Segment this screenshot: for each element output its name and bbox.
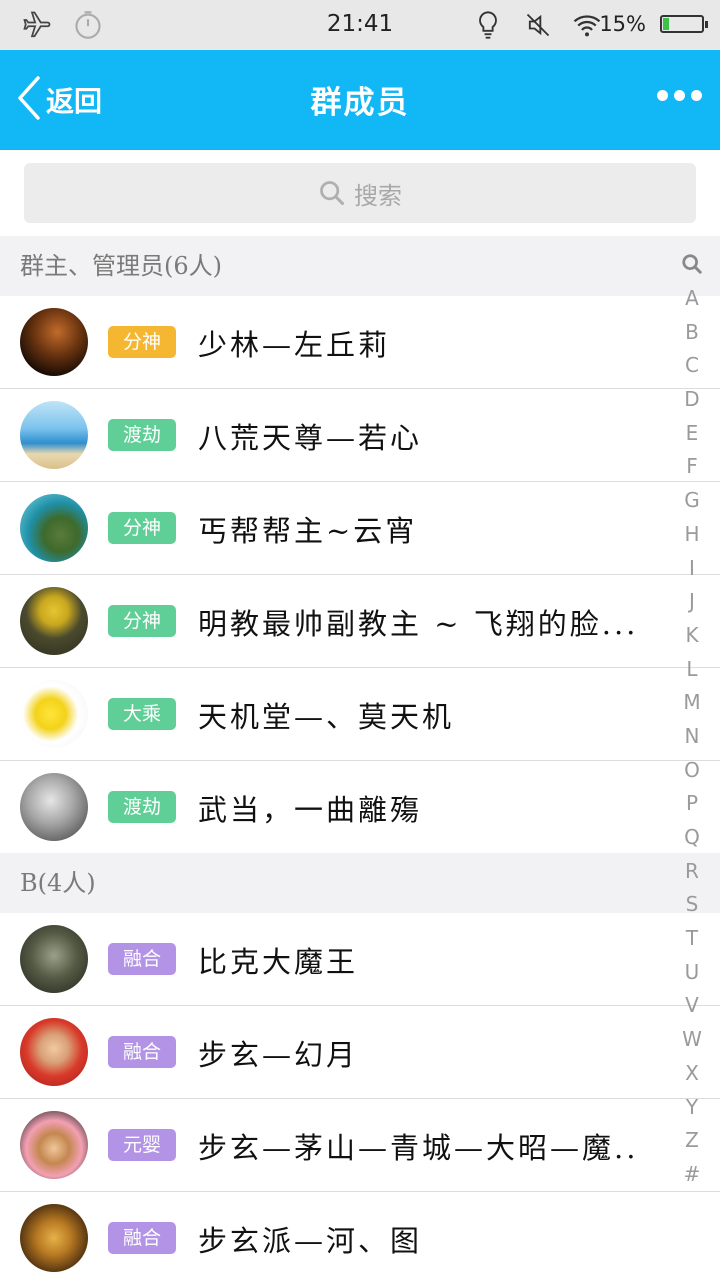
level-badge: 分神 <box>108 512 176 544</box>
index-letter[interactable]: S <box>686 888 699 922</box>
more-dots-icon[interactable] <box>657 90 702 101</box>
avatar[interactable] <box>20 494 88 562</box>
search-placeholder: 搜索 <box>354 181 402 210</box>
index-letter[interactable]: # <box>684 1158 701 1192</box>
title-bar: 返回 群成员 <box>0 50 720 150</box>
member-name: 步玄—茅山—青城—大昭—魔... <box>198 1131 638 1165</box>
level-badge: 渡劫 <box>108 419 176 451</box>
level-badge: 融合 <box>108 1222 176 1254</box>
index-letter[interactable]: H <box>684 518 699 552</box>
member-row[interactable]: 渡劫 武当，一曲離殤 <box>0 761 720 853</box>
level-badge: 分神 <box>108 326 176 358</box>
alphabet-index[interactable]: A B C D E F G H I J K L M N O P Q R S T U V W X Y Z # <box>678 246 706 1192</box>
index-letter[interactable]: A <box>685 282 699 316</box>
index-letter[interactable]: U <box>685 956 700 990</box>
member-row[interactable]: 融合 步玄派—河、图 <box>0 1192 720 1284</box>
page-title: 群成员 <box>310 85 410 121</box>
avatar[interactable] <box>20 773 88 841</box>
member-name: 比克大魔王 <box>198 945 359 979</box>
wifi-icon <box>572 10 602 46</box>
level-badge: 大乘 <box>108 698 176 730</box>
level-badge: 融合 <box>108 1036 176 1068</box>
status-bar: 21:41 15% <box>0 0 720 50</box>
avatar[interactable] <box>20 925 88 993</box>
index-letter[interactable]: X <box>685 1057 699 1091</box>
index-letter[interactable]: F <box>686 450 698 484</box>
member-row[interactable]: 分神 明教最帅副教主 ~ 飞翔的脸... <box>0 575 720 668</box>
member-row[interactable]: 融合 比克大魔王 <box>0 913 720 1006</box>
bulb-icon <box>476 10 500 46</box>
member-row[interactable]: 融合 步玄—幻月 <box>0 1006 720 1099</box>
search-icon <box>320 181 345 206</box>
avatar[interactable] <box>20 1111 88 1179</box>
search-area: 搜索 <box>0 150 720 236</box>
member-list: 群主、管理员(6人) 分神 少林—左丘莉 渡劫 八荒天尊—若心 分神 丐帮帮主~… <box>0 236 720 1284</box>
member-name: 步玄—幻月 <box>198 1038 359 1072</box>
index-letter[interactable]: B <box>685 316 699 350</box>
member-name: 明教最帅副教主 ~ 飞翔的脸... <box>198 607 638 641</box>
member-name: 武当，一曲離殤 <box>198 793 423 827</box>
member-name: 天机堂—、莫天机 <box>198 700 455 734</box>
index-letter[interactable]: W <box>682 1023 702 1057</box>
section-header-b: B(4人) <box>0 853 720 913</box>
avatar[interactable] <box>20 1018 88 1086</box>
member-name: 丐帮帮主~云宵 <box>198 514 418 548</box>
mute-icon <box>524 10 552 46</box>
member-name: 步玄派—河、图 <box>198 1224 423 1258</box>
index-letter[interactable]: K <box>685 619 698 653</box>
index-letter[interactable]: M <box>683 686 700 720</box>
avatar[interactable] <box>20 401 88 469</box>
index-letter[interactable]: D <box>684 383 699 417</box>
member-row[interactable]: 分神 少林—左丘莉 <box>0 296 720 389</box>
member-row[interactable]: 渡劫 八荒天尊—若心 <box>0 389 720 482</box>
index-letter[interactable]: O <box>684 754 700 788</box>
member-row[interactable]: 大乘 天机堂—、莫天机 <box>0 668 720 761</box>
index-letter[interactable]: G <box>684 484 700 518</box>
index-letter[interactable]: J <box>689 585 695 619</box>
index-letter[interactable]: Z <box>685 1124 699 1158</box>
battery-percent: 15% <box>599 12 646 36</box>
avatar[interactable] <box>20 680 88 748</box>
index-letter[interactable]: L <box>686 653 697 687</box>
index-search-icon[interactable] <box>681 246 703 282</box>
index-letter[interactable]: E <box>686 417 699 451</box>
member-name: 八荒天尊—若心 <box>198 421 423 455</box>
index-letter[interactable]: Y <box>686 1091 698 1125</box>
level-badge: 融合 <box>108 943 176 975</box>
level-badge: 元婴 <box>108 1129 176 1161</box>
battery-icon <box>660 15 708 33</box>
index-letter[interactable]: C <box>685 349 699 383</box>
search-input[interactable]: 搜索 <box>24 163 696 223</box>
index-letter[interactable]: Q <box>684 821 700 855</box>
level-badge: 渡劫 <box>108 791 176 823</box>
index-letter[interactable]: V <box>685 989 699 1023</box>
index-letter[interactable]: P <box>686 787 698 821</box>
level-badge: 分神 <box>108 605 176 637</box>
member-row[interactable]: 元婴 步玄—茅山—青城—大昭—魔... <box>0 1099 720 1192</box>
index-letter[interactable]: N <box>685 720 700 754</box>
index-letter[interactable]: I <box>689 552 695 586</box>
index-letter[interactable]: T <box>686 922 698 956</box>
avatar[interactable] <box>20 308 88 376</box>
avatar[interactable] <box>20 1204 88 1272</box>
index-letter[interactable]: R <box>685 855 699 889</box>
member-name: 少林—左丘莉 <box>198 328 391 362</box>
section-header-admins: 群主、管理员(6人) <box>0 236 720 296</box>
member-row[interactable]: 分神 丐帮帮主~云宵 <box>0 482 720 575</box>
avatar[interactable] <box>20 587 88 655</box>
